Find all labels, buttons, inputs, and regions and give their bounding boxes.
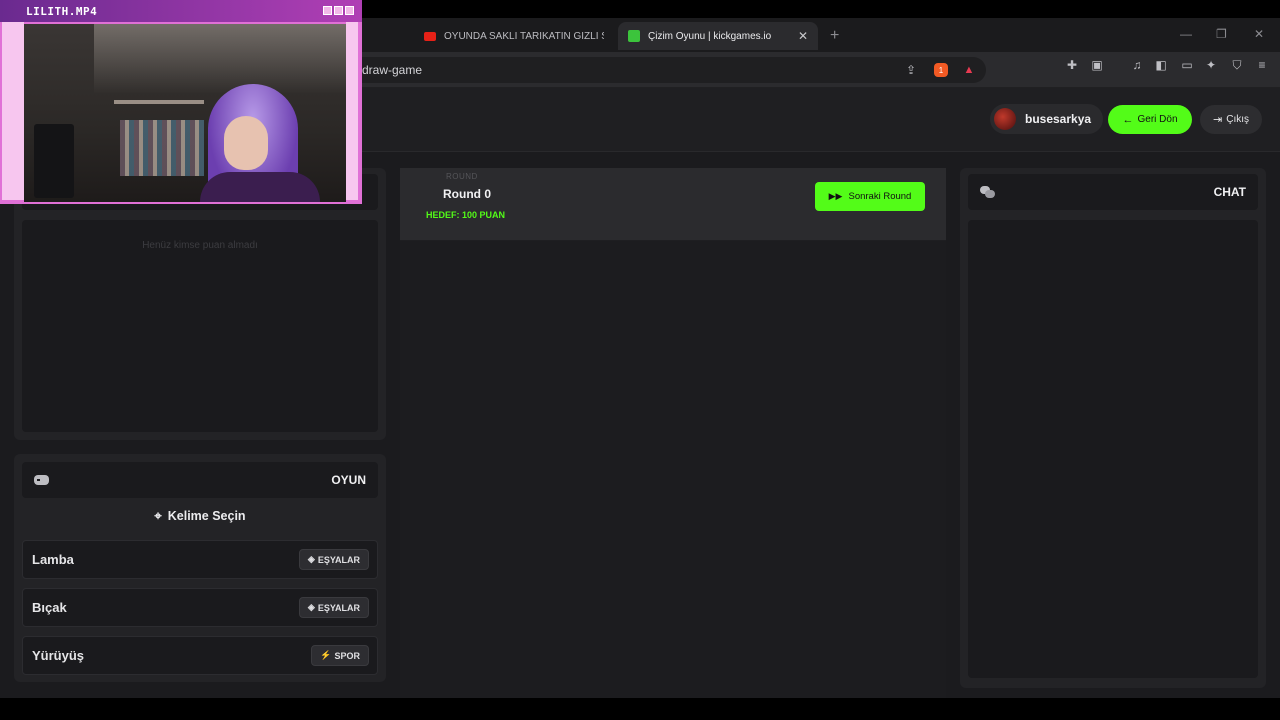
- maximize-icon: [334, 6, 343, 15]
- webcam-frame-right: [346, 22, 358, 200]
- address-bar[interactable]: draw-game ⇪ 1 ▲: [340, 57, 986, 83]
- running-icon: ⚡: [320, 650, 332, 660]
- screen: OYUNDA SAKLI TARİKATIN GİZLİ SIRLARI Çiz…: [0, 0, 1280, 720]
- streamer-face: [224, 116, 268, 170]
- chat-panel: CHAT: [960, 168, 1266, 688]
- category-tag: ⚡ SPOR: [311, 645, 369, 666]
- url-text: draw-game: [362, 63, 423, 77]
- game-panel-header: OYUN: [22, 462, 378, 498]
- tab-youtube[interactable]: OYUNDA SAKLI TARİKATIN GİZLİ SIRLARI: [414, 22, 614, 50]
- round-target: HEDEF: 100 PUAN: [426, 210, 506, 220]
- minimize-icon[interactable]: —: [1180, 27, 1192, 41]
- extensions-icon[interactable]: ✚: [1065, 58, 1079, 72]
- next-round-label: Sonraki Round: [848, 191, 912, 202]
- username: busesarkya: [1025, 112, 1092, 126]
- restore-icon[interactable]: ❐: [1216, 27, 1227, 41]
- chat-messages: [968, 220, 1258, 678]
- next-round-button[interactable]: ▶▶ Sonraki Round: [815, 182, 925, 211]
- choose-word-heading: ⌖ Kelime Seçin: [14, 508, 386, 524]
- close-window-icon[interactable]: ✕: [1254, 27, 1264, 41]
- word-option-lamba[interactable]: Lamba ◈ EŞYALAR: [22, 540, 378, 579]
- round-bar: ROUND Round 0 HEDEF: 100 PUAN ▶▶ Sonraki…: [400, 168, 946, 240]
- scoreboard-panel: Henüz kimse puan almadı: [14, 168, 386, 440]
- crosshair-icon: ⌖: [154, 508, 162, 523]
- round-title: Round 0: [443, 187, 491, 201]
- brave-shields-icon[interactable]: 1: [934, 63, 948, 77]
- chat-header: CHAT: [968, 174, 1258, 210]
- webcam-overlay: LILITH.MP4: [0, 0, 362, 204]
- close-tab-icon[interactable]: ✕: [798, 29, 808, 43]
- scoreboard-list: Henüz kimse puan almadı: [22, 220, 378, 432]
- chat-title: CHAT: [1213, 185, 1246, 199]
- webcam-title: LILITH.MP4: [26, 5, 98, 18]
- user-profile-chip[interactable]: busesarkya: [990, 104, 1104, 134]
- brave-rewards-icon[interactable]: ▲: [962, 63, 976, 77]
- youtube-icon: [424, 31, 436, 41]
- tab-kickgames[interactable]: Çizim Oyunu | kickgames.io ✕: [618, 22, 818, 50]
- gamepad-icon: [34, 475, 49, 485]
- shelf: [114, 100, 204, 104]
- cube-icon: ◈: [307, 554, 315, 564]
- word-option-yuruyus[interactable]: Yürüyüş ⚡ SPOR: [22, 636, 378, 675]
- scoreboard-empty-text: Henüz kimse puan almadı: [142, 240, 258, 251]
- logout-icon: ⇥: [1213, 114, 1223, 126]
- sidebar-icon[interactable]: ◧: [1154, 58, 1168, 72]
- music-icon[interactable]: ♫: [1130, 58, 1144, 72]
- back-button[interactable]: ← Geri Dön: [1108, 105, 1192, 134]
- category-tag: ◈ EŞYALAR: [298, 597, 369, 618]
- category-label: EŞYALAR: [317, 602, 360, 613]
- back-button-label: Geri Dön: [1137, 114, 1178, 125]
- cube-icon: ◈: [307, 602, 315, 612]
- category-tag: ◈ EŞYALAR: [298, 549, 369, 570]
- word-text: Yürüyüş: [32, 648, 85, 663]
- minimize-icon: [323, 6, 332, 15]
- webcam-window-buttons: [323, 6, 354, 15]
- word-text: Bıçak: [32, 600, 67, 615]
- vpn-icon[interactable]: ⛉: [1230, 58, 1244, 72]
- word-text: Lamba: [32, 552, 74, 567]
- bottom-strip: [0, 698, 1280, 720]
- chat-icon: [980, 186, 995, 198]
- category-label: SPOR: [334, 650, 360, 661]
- category-label: EŞYALAR: [317, 554, 360, 565]
- exit-button-label: Çıkış: [1226, 114, 1249, 125]
- tab-label: Çizim Oyunu | kickgames.io: [648, 30, 772, 42]
- exit-button[interactable]: ⇥ Çıkış: [1200, 105, 1262, 134]
- room-light: [94, 24, 346, 94]
- shelf-items: [120, 120, 204, 176]
- choose-word-label: Kelime Seçin: [167, 509, 246, 523]
- fast-forward-icon: ▶▶: [828, 191, 843, 201]
- wallet-icon[interactable]: ▭: [1180, 58, 1194, 72]
- game-panel-title: OYUN: [331, 473, 366, 487]
- menu-icon[interactable]: ≡: [1255, 58, 1269, 72]
- word-option-bicak[interactable]: Bıçak ◈ EŞYALAR: [22, 588, 378, 627]
- tab-label: OYUNDA SAKLI TARİKATIN GİZLİ SIRLARI: [444, 30, 604, 42]
- arrow-left-icon: ←: [1122, 113, 1134, 126]
- drawing-area: ROUND Round 0 HEDEF: 100 PUAN ▶▶ Sonraki…: [400, 168, 946, 698]
- avatar: [994, 108, 1016, 130]
- gamepad-icon: [628, 30, 640, 42]
- webcam-titlebar: LILITH.MP4: [0, 0, 362, 22]
- share-icon[interactable]: ⇪: [904, 63, 918, 77]
- screenshot-icon[interactable]: ▣: [1090, 58, 1104, 72]
- streamer-body: [200, 172, 320, 202]
- webcam-video: [24, 24, 346, 202]
- round-sublabel: ROUND: [446, 172, 478, 181]
- game-panel: OYUN ⌖ Kelime Seçin Lamba ◈ EŞYALAR Bıçak…: [14, 454, 386, 682]
- close-icon: [345, 6, 354, 15]
- tumbler: [34, 124, 74, 198]
- leo-ai-icon[interactable]: ✦: [1204, 58, 1218, 72]
- drawing-canvas[interactable]: [400, 241, 946, 698]
- new-tab-button[interactable]: +: [830, 27, 839, 45]
- webcam-frame-left: [2, 22, 24, 200]
